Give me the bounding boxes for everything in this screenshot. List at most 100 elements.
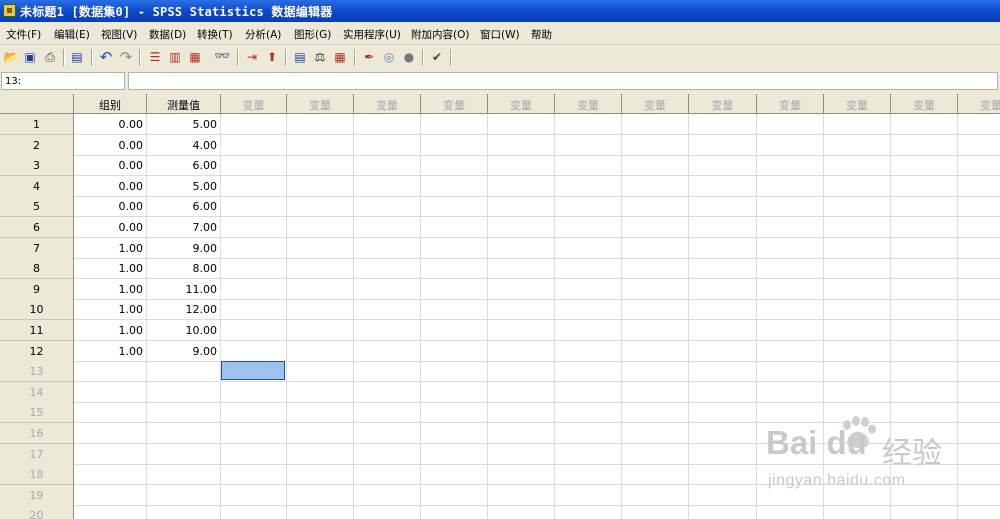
data-cell[interactable]: 0.00 xyxy=(74,217,147,238)
data-cell[interactable] xyxy=(354,114,421,135)
row-header[interactable]: 12 xyxy=(0,341,74,362)
data-cell[interactable] xyxy=(221,464,287,485)
data-cell[interactable] xyxy=(622,155,689,176)
show-all-icon[interactable]: ● xyxy=(401,49,417,65)
data-cell[interactable] xyxy=(757,279,824,300)
data-cell[interactable] xyxy=(74,402,147,423)
column-header[interactable]: 变量 xyxy=(689,94,757,114)
data-cell[interactable] xyxy=(488,505,555,519)
data-cell[interactable] xyxy=(221,505,287,519)
data-cell[interactable] xyxy=(824,402,891,423)
data-cell[interactable] xyxy=(958,464,1000,485)
data-cell[interactable] xyxy=(555,485,622,506)
data-cell[interactable] xyxy=(147,464,221,485)
column-header[interactable]: 变量 xyxy=(354,94,421,114)
data-cell[interactable] xyxy=(689,114,757,135)
data-cell[interactable] xyxy=(74,444,147,465)
data-cell[interactable] xyxy=(689,505,757,519)
data-cell[interactable]: 5.00 xyxy=(147,114,221,135)
goto-variable-icon[interactable]: ▥ xyxy=(167,49,183,65)
data-cell[interactable] xyxy=(421,114,488,135)
data-cell[interactable] xyxy=(488,176,555,197)
data-cell[interactable] xyxy=(824,485,891,506)
data-cell[interactable] xyxy=(958,382,1000,403)
data-cell[interactable] xyxy=(488,155,555,176)
data-cell[interactable] xyxy=(824,155,891,176)
data-cell[interactable] xyxy=(555,196,622,217)
data-cell[interactable] xyxy=(488,114,555,135)
data-cell[interactable] xyxy=(221,217,287,238)
data-cell[interactable] xyxy=(622,464,689,485)
data-cell[interactable] xyxy=(421,402,488,423)
data-cell[interactable] xyxy=(824,444,891,465)
data-cell[interactable] xyxy=(958,114,1000,135)
data-cell[interactable] xyxy=(891,155,958,176)
data-cell[interactable]: 8.00 xyxy=(147,258,221,279)
print-icon[interactable]: ⎙ xyxy=(42,49,58,65)
data-cell[interactable] xyxy=(958,505,1000,519)
data-cell[interactable] xyxy=(757,196,824,217)
data-cell[interactable] xyxy=(622,279,689,300)
data-cell[interactable]: 0.00 xyxy=(74,155,147,176)
data-cell[interactable] xyxy=(622,382,689,403)
undo-icon[interactable]: ↶ xyxy=(98,49,114,65)
data-cell[interactable] xyxy=(824,217,891,238)
data-cell[interactable] xyxy=(958,299,1000,320)
data-cell[interactable] xyxy=(689,485,757,506)
data-cell[interactable] xyxy=(757,464,824,485)
data-cell[interactable] xyxy=(221,299,287,320)
data-cell[interactable] xyxy=(824,135,891,156)
column-header[interactable]: 变量 xyxy=(488,94,555,114)
row-header[interactable]: 20 xyxy=(0,505,74,519)
data-cell[interactable] xyxy=(689,217,757,238)
data-cell[interactable] xyxy=(757,402,824,423)
data-cell[interactable] xyxy=(147,382,221,403)
data-cell[interactable] xyxy=(757,299,824,320)
data-cell[interactable] xyxy=(555,217,622,238)
data-cell[interactable] xyxy=(824,299,891,320)
data-cell[interactable] xyxy=(689,464,757,485)
row-header[interactable]: 6 xyxy=(0,217,74,238)
data-cell[interactable] xyxy=(354,423,421,444)
row-header[interactable]: 1 xyxy=(0,114,74,135)
data-cell[interactable] xyxy=(354,361,421,382)
data-cell[interactable]: 7.00 xyxy=(147,217,221,238)
data-cell[interactable] xyxy=(421,176,488,197)
spell-check-icon[interactable]: ✔ xyxy=(429,49,445,65)
data-cell[interactable] xyxy=(689,382,757,403)
weight-cases-icon[interactable]: ⚖ xyxy=(312,49,328,65)
data-cell[interactable] xyxy=(555,320,622,341)
row-header[interactable]: 16 xyxy=(0,423,74,444)
data-cell[interactable] xyxy=(488,444,555,465)
data-cell[interactable] xyxy=(421,258,488,279)
data-cell[interactable] xyxy=(958,135,1000,156)
data-cell[interactable] xyxy=(287,423,354,444)
data-cell[interactable] xyxy=(689,155,757,176)
data-cell[interactable] xyxy=(221,485,287,506)
data-cell[interactable] xyxy=(287,238,354,259)
data-cell[interactable] xyxy=(824,341,891,362)
data-cell[interactable] xyxy=(488,402,555,423)
data-cell[interactable] xyxy=(622,217,689,238)
data-cell[interactable] xyxy=(891,217,958,238)
data-cell[interactable] xyxy=(421,505,488,519)
data-cell[interactable] xyxy=(958,279,1000,300)
data-cell[interactable] xyxy=(824,258,891,279)
column-header[interactable]: 测量值 xyxy=(147,94,221,114)
data-cell[interactable] xyxy=(689,196,757,217)
data-cell[interactable] xyxy=(74,505,147,519)
data-cell[interactable] xyxy=(354,402,421,423)
data-cell[interactable] xyxy=(488,341,555,362)
data-cell[interactable]: 1.00 xyxy=(74,238,147,259)
data-cell[interactable] xyxy=(555,176,622,197)
data-cell[interactable] xyxy=(555,258,622,279)
row-header[interactable]: 14 xyxy=(0,382,74,403)
data-cell[interactable] xyxy=(891,361,958,382)
data-cell[interactable] xyxy=(622,299,689,320)
data-cell[interactable] xyxy=(354,135,421,156)
data-cell[interactable] xyxy=(958,217,1000,238)
data-cell[interactable] xyxy=(354,444,421,465)
data-cell[interactable] xyxy=(421,464,488,485)
menu-file[interactable]: 文件(F) xyxy=(6,27,41,42)
data-cell[interactable]: 9.00 xyxy=(147,238,221,259)
